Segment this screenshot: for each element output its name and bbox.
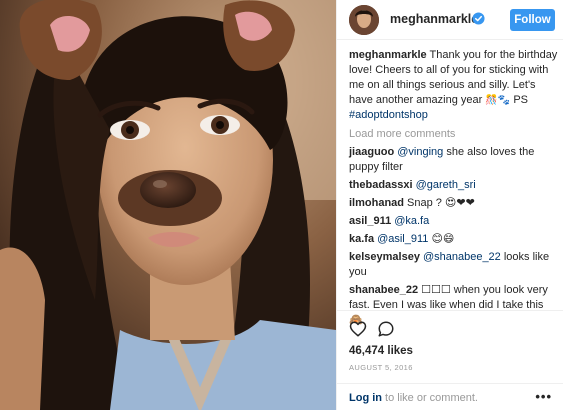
hashtag-link[interactable]: #adoptdontshop	[349, 109, 428, 121]
likes-count[interactable]: 46,474 likes	[349, 345, 413, 357]
post-side-panel: meghanmarkle Follow meghanmarkle Thank y…	[336, 0, 563, 410]
follow-button[interactable]: Follow	[510, 9, 555, 31]
caption-emoji: 🎊🐾	[485, 95, 511, 106]
comment-username[interactable]: ilmohanad	[349, 197, 404, 209]
load-more-comments-link[interactable]: Load more comments	[349, 127, 559, 142]
comment-username[interactable]: asil_911	[349, 215, 391, 227]
post-header: meghanmarkle Follow	[337, 0, 563, 40]
more-options-icon[interactable]: •••	[535, 389, 552, 404]
verified-badge-icon	[472, 12, 485, 25]
caption-username[interactable]: meghanmarkle	[349, 49, 427, 61]
comment-mention[interactable]: @shanabee_22	[423, 251, 501, 263]
post-date: AUGUST 5, 2016	[349, 363, 413, 372]
username[interactable]: meghanmarkle	[390, 12, 478, 26]
comment-mention[interactable]: @asil_911	[377, 233, 428, 245]
login-link[interactable]: Log in	[349, 392, 382, 404]
post-photo[interactable]	[0, 0, 336, 410]
comment-mention[interactable]: @vinging	[397, 146, 443, 158]
comment-item: ka.fa @asil_911 😊😄	[349, 232, 559, 247]
comment-text: Snap ? 😍❤❤	[407, 197, 475, 209]
comment-icon[interactable]	[377, 320, 395, 338]
comment-item: ilmohanad Snap ? 😍❤❤	[349, 196, 559, 211]
comment-mention[interactable]: @gareth_sri	[416, 179, 476, 191]
avatar[interactable]	[349, 5, 379, 35]
comment-item: jiaaguoo @vinging she also loves the pupp…	[349, 145, 559, 175]
comment-item: thebadassxi @gareth_sri	[349, 178, 559, 193]
comment-text: 😊😄	[428, 233, 455, 245]
caption-ps: PS	[510, 94, 529, 106]
login-prompt: Log in to like or comment. •••	[337, 383, 563, 410]
comment-item: kelseymalsey @shanabee_22 looks like you	[349, 250, 559, 280]
comment-username[interactable]: ka.fa	[349, 233, 374, 245]
caption: meghanmarkle Thank you for the birthday …	[349, 48, 559, 123]
comment-username[interactable]: shanabee_22	[349, 284, 418, 296]
comment-username[interactable]: kelseymalsey	[349, 251, 420, 263]
login-rest-text: to like or comment.	[382, 392, 478, 404]
comments-list: meghanmarkle Thank you for the birthday …	[349, 48, 559, 331]
comment-item: asil_911 @ka.fa	[349, 214, 559, 229]
comment-mention[interactable]: @ka.fa	[394, 215, 429, 227]
comment-username[interactable]: jiaaguoo	[349, 146, 394, 158]
post-actions: 46,474 likes AUGUST 5, 2016 Log in to li…	[337, 310, 563, 410]
heart-icon[interactable]	[349, 320, 367, 338]
login-prompt-text: Log in to like or comment.	[349, 392, 478, 404]
comment-username[interactable]: thebadassxi	[349, 179, 413, 191]
